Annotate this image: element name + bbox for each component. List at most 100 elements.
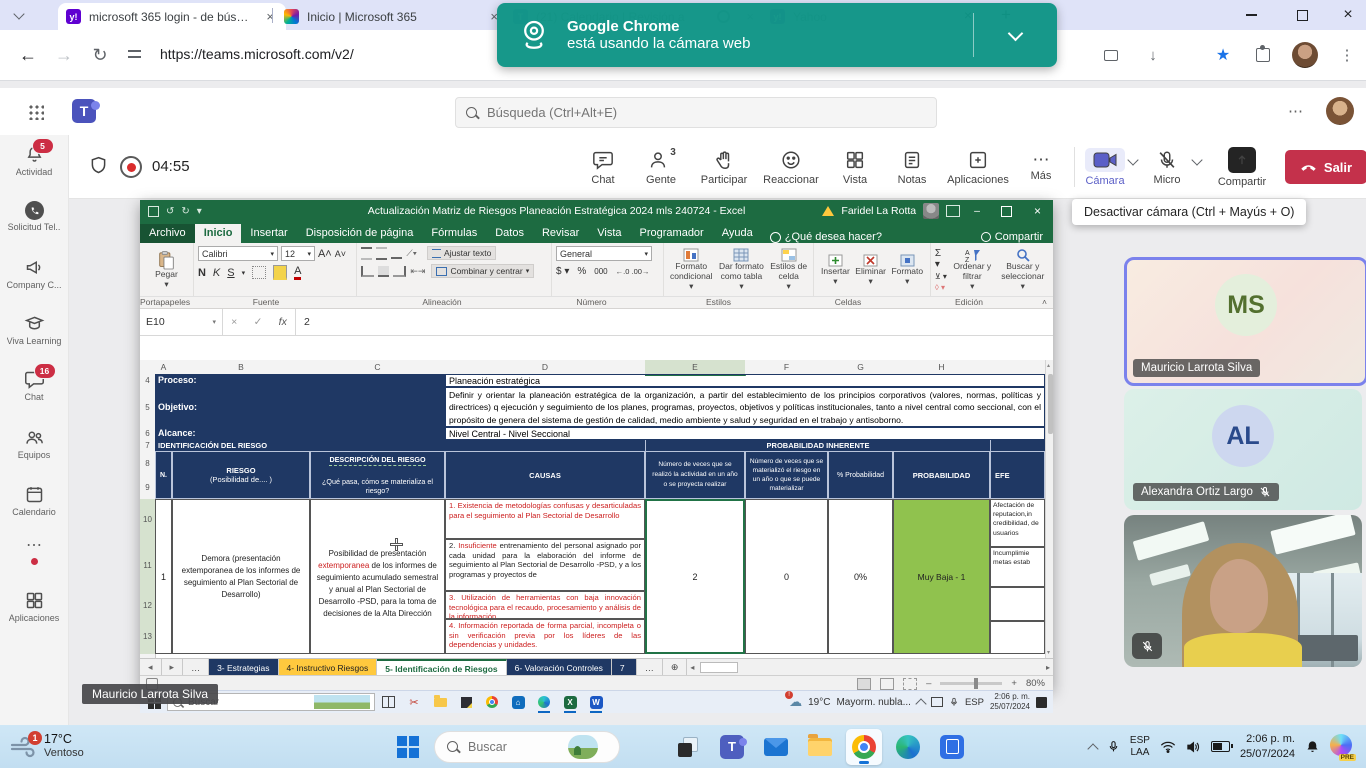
align-bottom-icon[interactable] [391,248,402,259]
start-button[interactable] [390,729,426,765]
cell-n[interactable]: 1 [155,499,172,654]
align-top-icon[interactable] [361,247,372,260]
camera-notification[interactable]: Google Chrome está usando la cámara web [497,3,1057,67]
wrap-text-button[interactable]: Ajustar texto [427,246,496,260]
teams-more-icon[interactable]: ⋯ [1288,102,1303,120]
hdr-riesgo[interactable]: RIESGO (Posibilidad de.... ) [172,451,310,499]
tell-me-box[interactable]: ¿Qué desea hacer? [762,231,890,243]
col-F[interactable]: F [745,360,829,375]
download-icon[interactable]: ↓ [1138,40,1168,70]
page-layout-icon[interactable] [880,678,894,690]
taskbar-weather-widget[interactable]: 1 17°C Ventoso [0,732,190,761]
cell-descripcion[interactable]: Posibilidad de presentación extemporanea… [310,499,445,654]
tray-chevron-icon[interactable] [1087,743,1098,754]
align-right-icon[interactable] [393,266,406,277]
align-middle-icon[interactable] [376,247,387,260]
alcance-value-cell[interactable]: Nivel Central - Nivel Seccional [445,427,1045,440]
mail-taskbar-icon[interactable] [758,729,794,765]
collapse-ribbon-icon[interactable]: ˄ [1042,297,1053,308]
hdr-veces-materializo[interactable]: Número de veces que se materializó el ri… [745,451,828,499]
explorer-taskbar-icon[interactable] [802,729,838,765]
inner-time[interactable]: 2:06 p. m. [994,692,1030,702]
hdr-descripcion[interactable]: DESCRIPCIÓN DEL RIESGO ¿Qué pasa, cómo s… [310,451,445,499]
sidebar-item-actividad[interactable]: 5 Actividad [0,144,68,177]
cell-causa-2[interactable]: 2. Insuficiente entrenamiento del person… [445,539,645,591]
proceso-value-cell[interactable]: Planeación estratégica [445,374,1045,387]
page-break-icon[interactable] [903,678,917,690]
row-6[interactable]: 6 [140,427,156,441]
zoom-in-icon[interactable]: + [1011,678,1017,689]
cell-efecto-2[interactable]: Incumplimie metas estab [990,547,1045,587]
leave-button[interactable]: Salir [1285,150,1366,184]
notification-center-icon[interactable] [1036,697,1047,708]
window-close-button[interactable]: × [1325,0,1366,30]
delete-cells-button[interactable]: Eliminar▾ [855,254,886,287]
ribbon-options-icon[interactable] [946,205,960,217]
cell-causa-1[interactable]: 1. Existencia de metodologías confusas y… [445,499,645,539]
chat-button[interactable]: Chat [576,139,630,195]
font-name-select[interactable]: Calibri▾ [198,246,278,261]
align-center-icon[interactable] [378,266,389,277]
cell-riesgo[interactable]: Demora (presentación extemporanea de los… [172,499,310,654]
reload-icon[interactable]: ↻ [84,39,116,71]
borders-icon[interactable] [252,266,266,279]
col-D[interactable]: D [445,360,646,375]
chevron-down-icon[interactable] [1008,25,1024,41]
teams-search[interactable] [455,97,937,128]
col-C[interactable]: C [310,360,446,375]
edge-icon[interactable] [531,691,557,713]
inner-weather-text[interactable]: Mayorm. nubla... [836,697,910,708]
zoom-out-icon[interactable]: – [926,678,931,689]
shrink-font-icon[interactable]: A˅ [335,249,346,259]
display-tray-icon[interactable] [931,697,943,707]
tab-vista[interactable]: Vista [588,224,630,243]
snip-icon[interactable]: ✂ [401,691,427,713]
tab-inicio[interactable]: Inicio [195,224,242,243]
autosum-icon[interactable]: Σ ▾ [935,248,948,270]
task-view-icon[interactable] [375,691,401,713]
thousands-icon[interactable]: 000 [594,267,607,276]
sheet-nav-left-icon[interactable]: ◂ [140,659,162,676]
indent-icons[interactable]: ⇤⇥ [410,266,425,277]
col-I[interactable] [990,360,1046,375]
sidebar-item-aplicaciones[interactable]: Aplicaciones [0,590,68,623]
camera-chevron-icon[interactable] [1127,154,1138,165]
alcance-label-cell[interactable]: Alcance: [155,427,445,440]
tray-expand-icon[interactable] [915,698,926,709]
cell-probabilidad[interactable]: Muy Baja - 1 [893,499,990,654]
merge-center-button[interactable]: Combinar y centrar ▾ [431,264,534,278]
undo-icon[interactable]: ↺ [166,206,174,217]
warning-icon[interactable] [822,206,834,216]
add-sheet-icon[interactable]: ⊕ [663,659,687,676]
cancel-icon[interactable]: × [231,316,237,328]
participant-tile-video[interactable] [1124,515,1362,667]
zoom-level[interactable]: 80% [1026,678,1045,689]
site-info-icon[interactable] [128,48,143,61]
sheet-tab-valoracion[interactable]: 6- Valoración Controles [507,659,612,676]
sheet-tab-identificacion[interactable]: 5- Identificación de Riesgos [377,659,506,676]
number-format-select[interactable]: General▾ [556,246,652,261]
tab-ayuda[interactable]: Ayuda [713,224,762,243]
tab-archivo[interactable]: Archivo [140,224,195,243]
hdr-efectos[interactable]: EFE [990,451,1045,499]
teams-taskbar-icon[interactable]: T [714,729,750,765]
zoom-slider[interactable] [940,682,1002,685]
folder-icon[interactable] [427,691,453,713]
extensions-icon[interactable] [1248,40,1278,70]
col-H[interactable]: H [893,360,991,375]
normal-view-icon[interactable] [857,678,871,690]
wifi-icon[interactable] [1160,740,1176,753]
inner-temp[interactable]: 19°C [808,697,830,708]
sheet-overflow-icon[interactable]: … [183,659,209,676]
taskbar-search-input[interactable] [466,739,560,755]
format-cells-button[interactable]: Formato▾ [891,254,923,287]
window-minimize-button[interactable] [1228,0,1274,30]
cell-causa-3[interactable]: 3. Utilización de herramientas con baja … [445,591,645,619]
sidebar-item-solicitud[interactable]: Solicitud Tel.. [0,201,68,232]
grow-font-icon[interactable]: A˄ [318,248,332,260]
sort-filter-button[interactable]: AZ Ordenar y filtrar▾ [948,248,997,291]
browser-tab-2[interactable]: Inicio | Microsoft 365 × [276,3,510,30]
horizontal-scrollbar[interactable]: ◂ ▸ [686,659,1053,676]
font-size-select[interactable]: 12▾ [281,246,315,261]
back-icon[interactable]: ← [12,39,44,71]
